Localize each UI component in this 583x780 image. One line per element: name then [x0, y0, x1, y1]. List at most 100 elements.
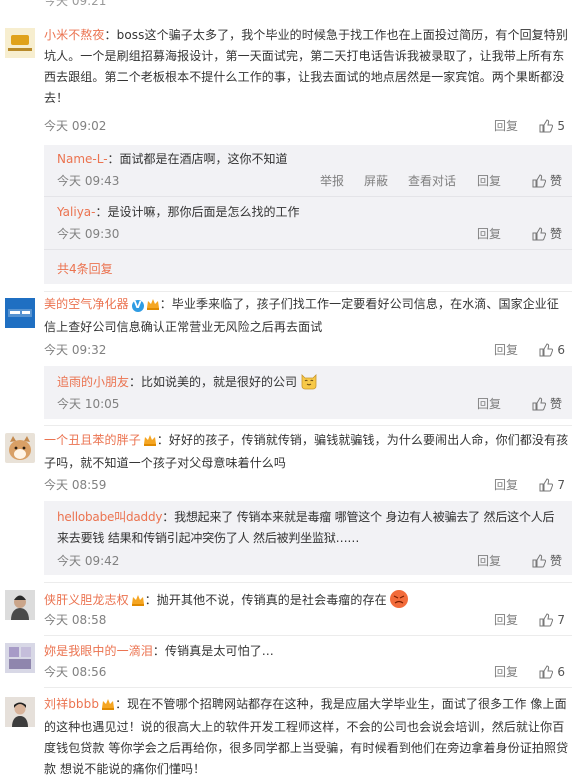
reply-button[interactable]: 回复 [494, 663, 518, 681]
avatar-image [5, 433, 35, 463]
vip-crown-icon [131, 592, 145, 613]
like-label: 赞 [549, 174, 562, 188]
partial-timestamp: 今天 09:21 [44, 0, 107, 8]
like-count: 5 [557, 119, 565, 133]
thumbs-up-icon [532, 397, 547, 411]
reply-body: ：面试都是在酒店啊，这你不知道 [107, 152, 288, 166]
like-button[interactable]: 7 [539, 611, 565, 629]
thumbs-up-icon [532, 554, 547, 568]
comment-divider [44, 291, 572, 292]
avatar-image [5, 697, 35, 727]
cat-emoji-icon [299, 371, 319, 398]
vip-crown-icon [146, 296, 160, 317]
reply-time: 今天 09:42 [57, 554, 120, 568]
reply-button[interactable]: 回复 [494, 611, 518, 629]
avatar[interactable] [5, 433, 35, 463]
like-count: 6 [557, 665, 565, 679]
reply-footer: 今天 09:43 举报 屏蔽 查看对话 回复 赞 [57, 172, 562, 190]
like-count: 6 [557, 343, 565, 357]
like-button[interactable]: 6 [539, 341, 565, 359]
comment-footer: 今天 09:32 回复 6 [44, 341, 569, 359]
reply-button[interactable]: 回复 [477, 225, 501, 243]
comment-time: 今天 08:59 [44, 478, 107, 492]
reply-username[interactable]: 追雨的小朋友 [57, 375, 129, 389]
comment-divider [44, 582, 572, 583]
reply-button[interactable]: 回复 [494, 476, 518, 494]
reply-list: Name-L-：面试都是在酒店啊，这你不知道 今天 09:43 举报 屏蔽 查看… [44, 145, 572, 284]
reply-username[interactable]: Name-L- [57, 152, 108, 166]
like-label: 赞 [549, 227, 562, 241]
comment-body: ：抛开其他不说，传销真的是社会毒瘤的存在 [144, 593, 387, 607]
comment-text: 一个丑且苯的胖子 ：好好的孩子，传销就传销，骗钱就骗钱，为什么要闹出人命，你们都没… [44, 430, 569, 474]
reply-button[interactable]: 回复 [477, 552, 501, 570]
reply-footer: 今天 10:05 回复 赞 [57, 395, 562, 413]
vip-crown-icon [101, 696, 115, 717]
comment-divider [44, 687, 572, 688]
avatar-image [5, 590, 35, 620]
like-button[interactable]: 赞 [532, 225, 562, 243]
reply-list: 追雨的小朋友：比如说美的，就是很好的公司 今天 10:05 回复 赞 [44, 366, 572, 419]
comment-divider [44, 635, 572, 636]
reply-text: Name-L-：面试都是在酒店啊，这你不知道 [57, 149, 562, 170]
reply-footer: 今天 09:42 回复 赞 [57, 552, 562, 570]
avatar[interactable] [5, 28, 35, 58]
thumbs-up-icon [539, 119, 554, 133]
like-button[interactable]: 赞 [532, 172, 562, 190]
comment-username[interactable]: 小米不熬夜 [44, 28, 105, 42]
reply-body: ：比如说美的，就是很好的公司 [129, 375, 298, 389]
verified-icon: V [131, 300, 144, 312]
reply-username[interactable]: Yaliya- [57, 205, 95, 219]
avatar[interactable] [5, 643, 35, 673]
reply-list: hellobabe叫daddy：我想起来了 传销本来就是毒瘤 哪管这个 身边有人… [44, 501, 572, 575]
reply-username[interactable]: hellobabe叫daddy [57, 510, 162, 524]
reply-button[interactable]: 回复 [494, 117, 518, 135]
comment-username[interactable]: 侠肝义胆龙志权 [44, 593, 129, 607]
more-replies-link[interactable]: 共4条回复 [57, 260, 113, 277]
reply-button[interactable]: 回复 [494, 341, 518, 359]
avatar[interactable] [5, 590, 35, 620]
thumbs-up-icon [539, 478, 554, 492]
like-button[interactable]: 6 [539, 663, 565, 681]
like-label: 赞 [549, 554, 562, 568]
comment-text: 小米不熬夜：boss这个骗子太多了，我个毕业的时候急于找工作也在上面投过简历，有… [44, 25, 569, 109]
like-count: 7 [557, 478, 565, 492]
reply-time: 今天 09:43 [57, 174, 120, 188]
view-conversation-button[interactable]: 查看对话 [408, 172, 456, 190]
comment-text: 妳是我眼中的一滴泪：传销真是太可怕了… [44, 641, 569, 662]
avatar[interactable] [5, 697, 35, 727]
reply-button[interactable]: 回复 [477, 395, 501, 413]
like-count: 7 [557, 613, 565, 627]
comment-time: 今天 08:56 [44, 665, 107, 679]
comment-body: ：传销真是太可怕了… [152, 644, 274, 658]
comment-username[interactable]: 妳是我眼中的一滴泪 [44, 644, 153, 658]
reply-text: Yaliya-：是设计嘛，那你后面是怎么找的工作 [57, 202, 562, 223]
reply-text: 追雨的小朋友：比如说美的，就是很好的公司 [57, 371, 562, 398]
reply-time: 今天 10:05 [57, 397, 120, 411]
report-button[interactable]: 举报 [320, 172, 344, 190]
vip-crown-icon [143, 432, 157, 453]
avatar[interactable] [5, 298, 35, 328]
comment-footer: 今天 08:58 回复 7 [44, 611, 569, 629]
comment-username[interactable]: 一个丑且苯的胖子 [44, 433, 141, 447]
comment-time: 今天 09:02 [44, 119, 107, 133]
like-button[interactable]: 5 [539, 117, 565, 135]
like-button[interactable]: 赞 [532, 552, 562, 570]
avatar-image [5, 28, 35, 58]
comment-time: 今天 08:58 [44, 613, 107, 627]
comment-body: ：现在不管哪个招聘网站都存在这种，我是应届大学毕业生，面试了很多工作 像上面的这… [44, 697, 569, 776]
reply-time: 今天 09:30 [57, 227, 120, 241]
reply-button[interactable]: 回复 [477, 172, 501, 190]
reply-divider [44, 196, 572, 197]
comment-footer: 今天 09:02 回复 5 [44, 117, 569, 135]
avatar-image [5, 643, 35, 673]
comment-username[interactable]: 刘祥bbbb [44, 697, 99, 711]
block-button[interactable]: 屏蔽 [364, 172, 388, 190]
like-button[interactable]: 7 [539, 476, 565, 494]
reply-text: hellobabe叫daddy：我想起来了 传销本来就是毒瘤 哪管这个 身边有人… [57, 507, 562, 549]
reply-divider [44, 249, 572, 250]
comment-text: 美的空气净化器 V ：毕业季来临了，孩子们找工作一定要看好公司信息，在水滴、国家企业… [44, 294, 569, 338]
like-button[interactable]: 赞 [532, 395, 562, 413]
comment-username[interactable]: 美的空气净化器 [44, 297, 129, 311]
thumbs-up-icon [539, 613, 554, 627]
comment-text: 刘祥bbbb ：现在不管哪个招聘网站都存在这种，我是应届大学毕业生，面试了很多工作… [44, 694, 569, 780]
